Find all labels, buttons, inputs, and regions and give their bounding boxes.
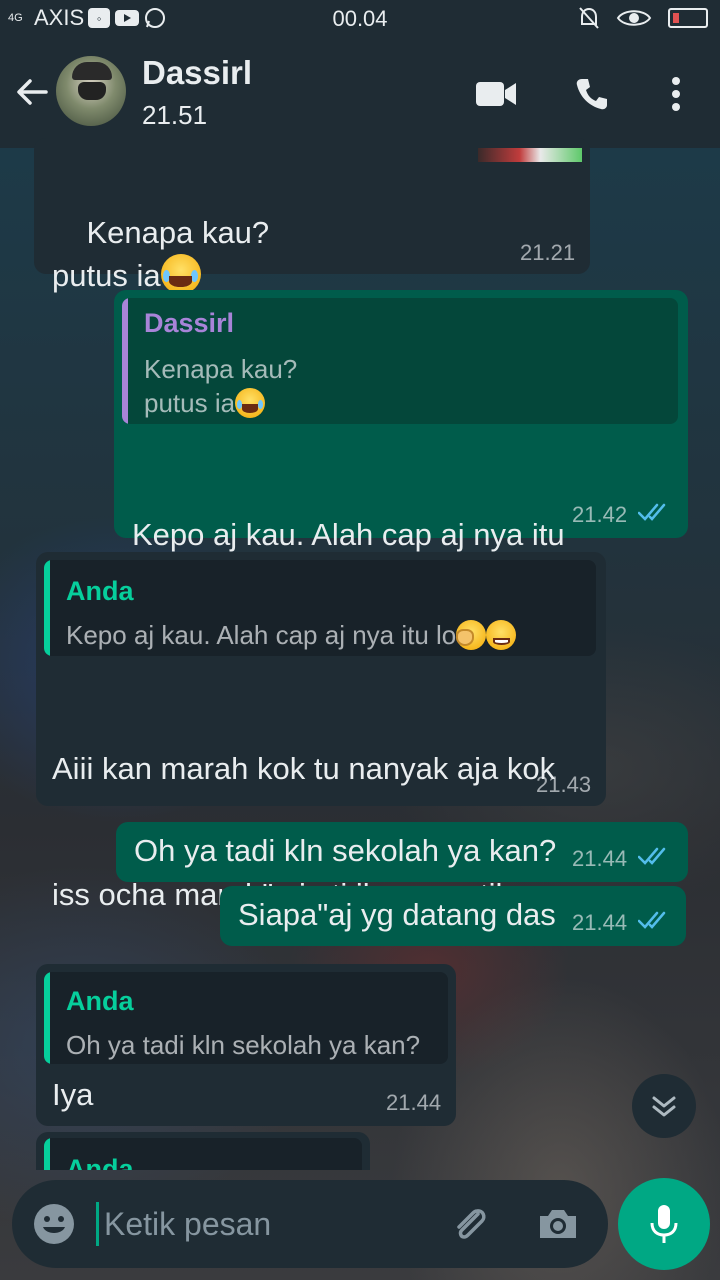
quote-author: Anda <box>66 576 134 606</box>
camera-icon[interactable] <box>536 1202 580 1246</box>
scroll-down-icon <box>652 1096 676 1117</box>
mic-icon <box>650 1205 678 1243</box>
mute-bell-icon <box>579 7 599 29</box>
quoted-message[interactable]: Dassirl Kenapa kau? putus ia <box>122 298 678 424</box>
contact-name[interactable]: Dassirl <box>142 54 252 92</box>
quote-author: Anda <box>66 986 134 1016</box>
emoji-icon[interactable] <box>32 1202 76 1246</box>
battery-icon <box>668 8 708 28</box>
message-text: Oh ya tadi kln sekolah ya kan? <box>134 833 557 868</box>
quoted-message[interactable]: Anda <box>44 1138 362 1170</box>
message-text: Kenapa kau? putus ia <box>52 215 270 293</box>
back-arrow-icon[interactable] <box>14 74 50 110</box>
message-incoming[interactable]: Anda <box>36 1132 370 1170</box>
message-time: 21.43 <box>536 772 592 797</box>
message-outgoing[interactable]: Siapa"aj yg datang das 21.44 <box>220 886 686 946</box>
quote-text: Kepo aj kau. Alah cap aj nya itu lo <box>66 620 457 650</box>
quote-author: Dassirl <box>144 308 235 338</box>
message-text: Iya <box>52 1077 94 1112</box>
quote-text: Oh ya tadi kln sekolah ya kan? <box>66 1030 421 1060</box>
double-tick-icon <box>638 911 666 929</box>
facepalm-emoji <box>456 620 487 650</box>
quoted-message[interactable]: Anda Oh ya tadi kln sekolah ya kan? <box>44 972 448 1064</box>
message-time: 21.44 <box>572 846 628 871</box>
laughing-tears-emoji <box>160 254 201 294</box>
eye-comfort-icon <box>616 10 652 26</box>
attach-icon[interactable] <box>448 1202 492 1246</box>
message-incoming[interactable]: Kenapa kau? putus ia 21.21 <box>34 138 590 294</box>
quoted-message[interactable]: Anda Kepo aj kau. Alah cap aj nya itu lo <box>44 560 596 656</box>
voice-record-button[interactable] <box>618 1178 710 1270</box>
message-time: 21.42 <box>572 502 628 527</box>
message-text: Siapa"aj yg datang das <box>238 897 556 932</box>
message-outgoing[interactable]: Oh ya tadi kln sekolah ya kan? 21.44 <box>116 822 688 882</box>
video-call-icon[interactable] <box>474 74 518 114</box>
message-incoming[interactable]: Anda Kepo aj kau. Alah cap aj nya itu lo… <box>36 552 606 1040</box>
message-input[interactable] <box>96 1194 436 1254</box>
message-text: Aiii kan marah kok tu nanyak aja kok <box>52 751 556 786</box>
status-bar: 4G AXIS ◦ 00.04 <box>0 0 720 38</box>
message-composer <box>12 1180 608 1268</box>
phone-icon[interactable] <box>570 74 614 114</box>
scroll-down-button[interactable] <box>632 1074 696 1138</box>
double-tick-icon <box>638 847 666 865</box>
message-time: 21.44 <box>386 1090 442 1115</box>
contact-status: 21.51 <box>142 100 208 130</box>
laughing-tears-emoji <box>235 388 266 418</box>
quote-author: Anda <box>66 1154 134 1170</box>
quote-text: Kenapa kau? putus ia <box>144 354 298 418</box>
avatar[interactable] <box>56 56 126 126</box>
message-incoming[interactable]: Anda Oh ya tadi kln sekolah ya kan? Iya … <box>36 964 456 1126</box>
message-time: 21.21 <box>520 240 576 265</box>
double-tick-icon <box>638 503 666 521</box>
message-text: Kepo aj kau. Alah cap aj nya itu <box>132 517 565 552</box>
quoted-image-thumbnail <box>478 148 582 162</box>
more-options-icon[interactable] <box>654 74 698 114</box>
message-time: 21.44 <box>572 910 628 935</box>
grinning-emoji <box>486 620 517 650</box>
message-outgoing[interactable]: Dassirl Kenapa kau? putus ia Kepo aj kau… <box>114 290 688 680</box>
chat-header: Dassirl 21.51 <box>0 38 720 148</box>
